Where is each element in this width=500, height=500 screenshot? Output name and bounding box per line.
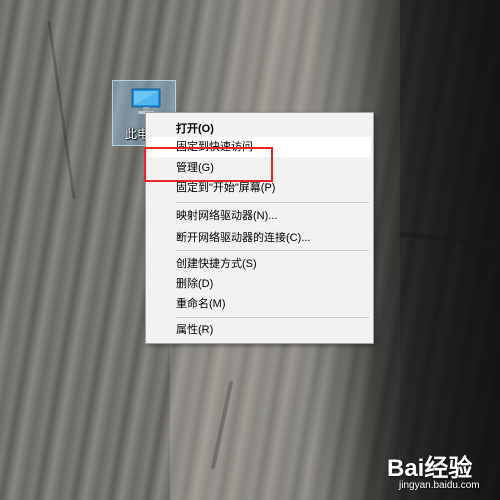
- baidu-jingyan-watermark: Bai经验 jingyan.baidu.com: [385, 448, 495, 498]
- menu-separator: [176, 250, 369, 251]
- menu-item-rename[interactable]: 重命名(M): [148, 294, 371, 314]
- menu-separator: [176, 317, 369, 318]
- wallpaper-crack: [47, 20, 76, 200]
- menu-item-map-network-drive[interactable]: 映射网络驱动器(N)...: [148, 206, 371, 226]
- watermark-logo: Bai经验: [387, 455, 473, 482]
- menu-item-open[interactable]: 打开(O): [148, 119, 371, 139]
- wallpaper-crack: [210, 380, 234, 470]
- menu-item-disconnect-network-drive[interactable]: 断开网络驱动器的连接(C)...: [148, 228, 371, 248]
- menu-item-properties[interactable]: 属性(R): [148, 320, 371, 340]
- menu-separator: [176, 202, 369, 203]
- watermark-url: jingyan.baidu.com: [399, 480, 480, 491]
- menu-item-create-shortcut[interactable]: 创建快捷方式(S): [148, 254, 371, 274]
- menu-item-delete[interactable]: 删除(D): [148, 274, 371, 294]
- context-menu: 打开(O) 固定到快速访问 管理(G) 固定到"开始"屏幕(P) 映射网络驱动器…: [145, 112, 374, 344]
- wallpaper-crack: [399, 231, 496, 247]
- menu-item-pin-start[interactable]: 固定到"开始"屏幕(P): [148, 178, 371, 198]
- menu-item-manage[interactable]: 管理(G): [148, 158, 371, 178]
- wallpaper-shadow: [360, 0, 500, 500]
- menu-item-pin-quick-access[interactable]: 固定到快速访问: [148, 137, 371, 157]
